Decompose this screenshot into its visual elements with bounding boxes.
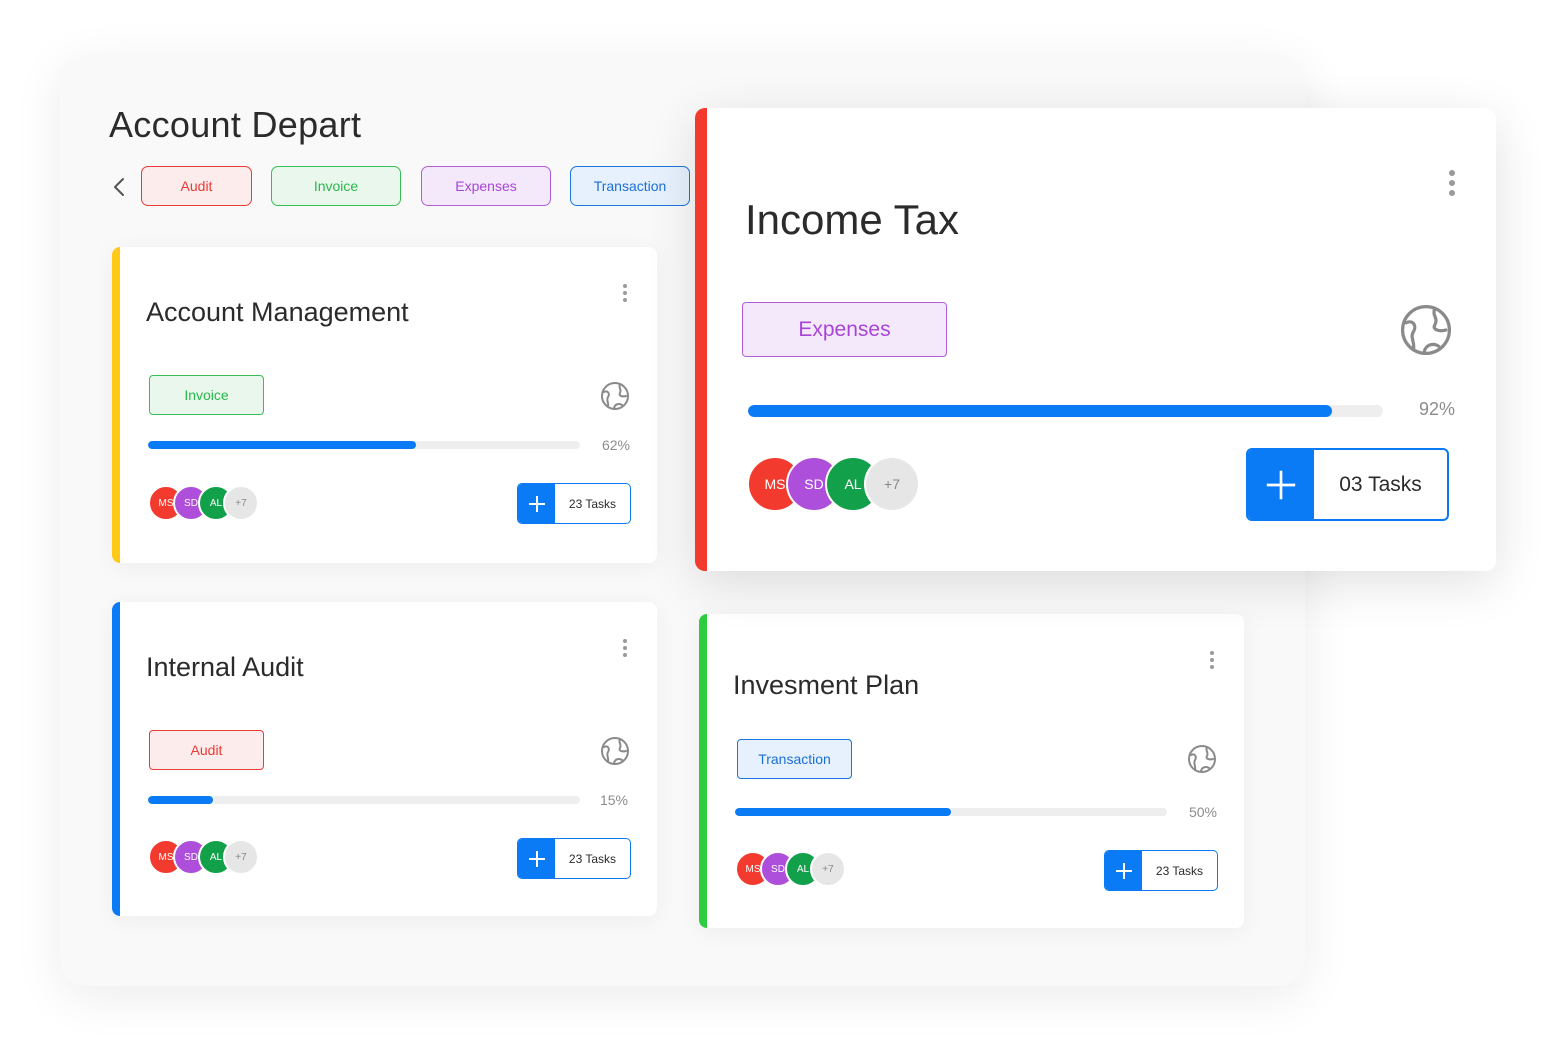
- plus-icon: [528, 850, 545, 867]
- card-accent: [112, 247, 120, 563]
- filter-audit[interactable]: Audit: [141, 166, 252, 206]
- avatar-more[interactable]: +7: [864, 456, 920, 512]
- avatar-group: MS SD AL +7: [148, 485, 259, 521]
- chevron-left-icon: [114, 178, 124, 196]
- plus-icon: [1266, 470, 1296, 499]
- plus-icon: [528, 495, 545, 512]
- card-accent: [112, 602, 120, 916]
- page-title: Account Depart: [109, 104, 362, 145]
- globe-icon[interactable]: [600, 381, 630, 411]
- progress-label: 50%: [1188, 804, 1217, 820]
- avatar-more[interactable]: +7: [810, 851, 846, 887]
- card-income-tax[interactable]: Income Tax Expenses 92% MS SD AL +7 03 T…: [695, 108, 1496, 571]
- card-tag[interactable]: Audit: [149, 730, 264, 770]
- card-title: Income Tax: [745, 196, 959, 243]
- filter-transaction[interactable]: Transaction: [570, 166, 690, 206]
- card-investment-plan[interactable]: Invesment Plan Transaction 50% MS SD AL …: [699, 614, 1244, 928]
- avatar-more[interactable]: +7: [223, 839, 259, 875]
- card-tag[interactable]: Transaction: [737, 739, 852, 779]
- progress-bar: [148, 441, 580, 449]
- card-title: Invesment Plan: [733, 670, 920, 700]
- card-internal-audit[interactable]: Internal Audit Audit 15% MS SD AL +7 23 …: [112, 602, 657, 916]
- back-button[interactable]: [108, 175, 130, 199]
- globe-icon[interactable]: [1187, 744, 1217, 774]
- tasks-count: 23 Tasks: [568, 496, 617, 511]
- avatar-more[interactable]: +7: [223, 485, 259, 521]
- card-accent: [695, 108, 707, 571]
- add-task-button[interactable]: 03 Tasks: [1246, 448, 1449, 521]
- card-title: Account Management: [146, 297, 409, 327]
- kebab-menu-icon[interactable]: [1449, 170, 1455, 196]
- plus-icon: [1115, 862, 1132, 879]
- progress-bar: [748, 405, 1383, 417]
- add-task-button[interactable]: 23 Tasks: [517, 483, 631, 524]
- tasks-count: 23 Tasks: [568, 851, 617, 866]
- globe-icon[interactable]: [1399, 303, 1453, 357]
- kebab-menu-icon[interactable]: [623, 284, 627, 302]
- kebab-menu-icon[interactable]: [1210, 651, 1214, 669]
- card-account-management[interactable]: Account Management Invoice 62% MS SD AL …: [112, 247, 657, 563]
- card-accent: [699, 614, 707, 928]
- filter-expenses[interactable]: Expenses: [421, 166, 551, 206]
- add-task-button[interactable]: 23 Tasks: [517, 838, 631, 879]
- progress-label: 62%: [601, 437, 630, 453]
- progress-bar: [148, 796, 580, 804]
- progress-label: 15%: [599, 792, 628, 808]
- progress-label: 92%: [1418, 399, 1455, 419]
- avatar-group: MS SD AL +7: [148, 839, 259, 875]
- kebab-menu-icon[interactable]: [623, 639, 627, 657]
- tasks-count: 23 Tasks: [1155, 863, 1204, 878]
- avatar-group: MS SD AL +7: [735, 851, 846, 887]
- progress-bar: [735, 808, 1167, 816]
- filter-invoice[interactable]: Invoice: [271, 166, 401, 206]
- card-title: Internal Audit: [146, 652, 304, 682]
- avatar-group: MS SD AL +7: [747, 456, 920, 512]
- card-tag[interactable]: Invoice: [149, 375, 264, 415]
- add-task-button[interactable]: 23 Tasks: [1104, 850, 1218, 891]
- tasks-count: 03 Tasks: [1339, 472, 1422, 496]
- card-tag[interactable]: Expenses: [742, 302, 947, 357]
- globe-icon[interactable]: [600, 736, 630, 766]
